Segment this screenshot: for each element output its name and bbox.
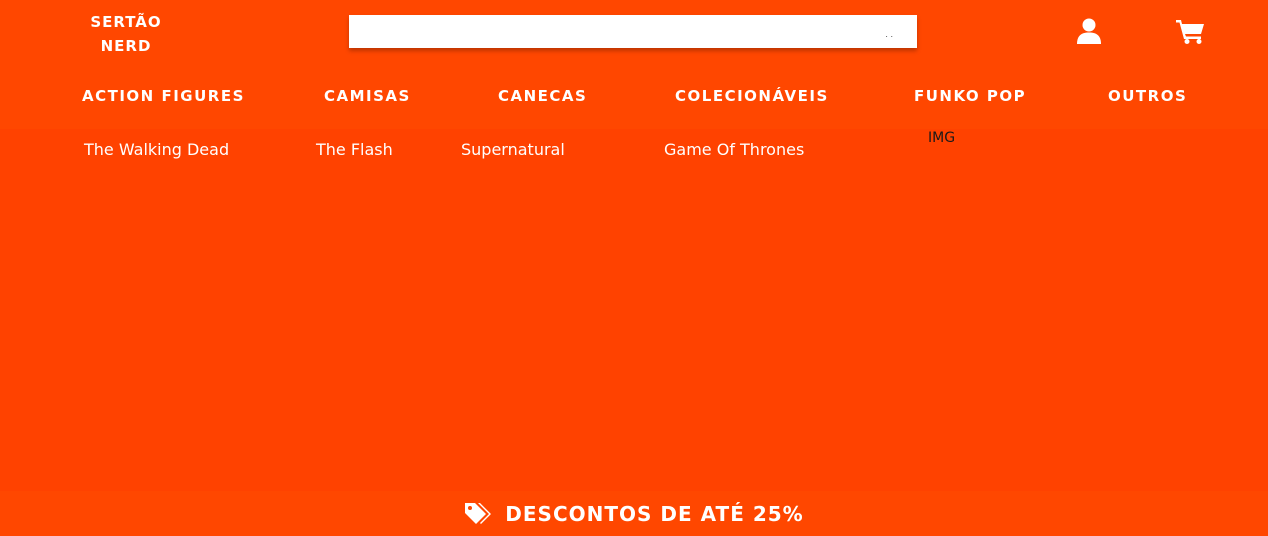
search-bar: . . bbox=[349, 15, 917, 48]
search-hint: . . bbox=[885, 30, 893, 39]
nav-item-outros[interactable]: OUTROS bbox=[1108, 87, 1187, 105]
promo-text: DESCONTOS DE ATÉ 25% bbox=[505, 501, 804, 526]
tags-icon bbox=[465, 502, 492, 524]
submenu-item-supernatural[interactable]: Supernatural bbox=[461, 140, 565, 159]
user-icon[interactable] bbox=[1077, 18, 1101, 44]
nav-item-colecionaveis[interactable]: COLECIONÁVEIS bbox=[675, 87, 829, 105]
search-input[interactable] bbox=[349, 15, 917, 48]
nav-item-action-figures[interactable]: ACTION FIGURES bbox=[82, 87, 245, 105]
main-nav: ACTION FIGURES CAMISAS CANECAS COLECIONÁ… bbox=[0, 70, 1268, 129]
nav-item-camisas[interactable]: CAMISAS bbox=[324, 87, 411, 105]
submenu-image-placeholder: IMG bbox=[928, 130, 956, 146]
nav-item-funko-pop[interactable]: FUNKO POP bbox=[914, 87, 1026, 105]
page: SERTÃO NERD . . ACTION FIGURES CAMISAS C… bbox=[0, 0, 1268, 536]
cart-icon[interactable] bbox=[1176, 18, 1205, 44]
submenu-item-the-flash[interactable]: The Flash bbox=[316, 140, 393, 159]
promo-banner: DESCONTOS DE ATÉ 25% bbox=[0, 491, 1268, 536]
nav-item-canecas[interactable]: CANECAS bbox=[498, 87, 587, 105]
site-logo[interactable]: SERTÃO NERD bbox=[88, 10, 164, 58]
submenu-item-the-walking-dead[interactable]: The Walking Dead bbox=[84, 140, 229, 159]
site-header: SERTÃO NERD . . bbox=[0, 0, 1268, 70]
promo-content: DESCONTOS DE ATÉ 25% bbox=[464, 502, 803, 526]
logo-line-2: NERD bbox=[100, 37, 152, 55]
logo-line-1: SERTÃO bbox=[90, 13, 162, 31]
submenu-item-game-of-thrones[interactable]: Game Of Thrones bbox=[664, 140, 804, 159]
